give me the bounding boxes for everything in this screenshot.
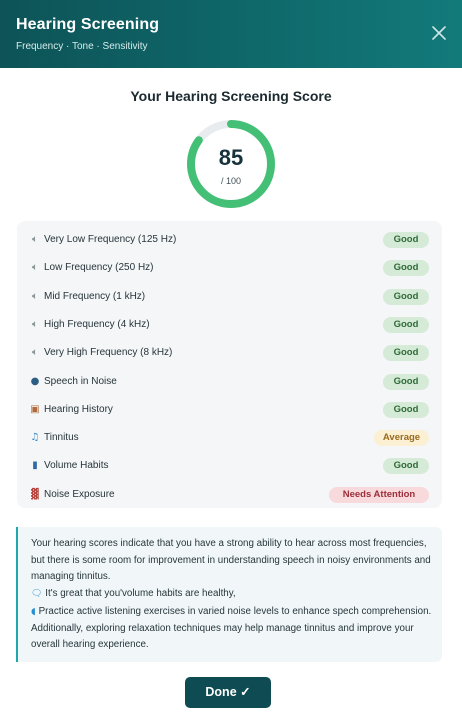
factory-icon: ▓ [31, 488, 39, 500]
result-row: 🔈︎ High Frequency (4 kHz) Good [17, 312, 442, 340]
done-button[interactable]: Done ✓ [185, 677, 271, 708]
status-badge: Good [383, 401, 429, 418]
score-value: 85 [218, 145, 244, 170]
status-badge: Good [383, 288, 429, 305]
result-label: Noise Exposure [44, 488, 115, 500]
status-badge: Good [383, 232, 429, 248]
close-icon[interactable] [432, 26, 446, 40]
speaking-head-icon: ● [30, 375, 40, 387]
status-badge: Good [383, 345, 429, 362]
result-label: Low Frequency (250 Hz) [44, 262, 154, 274]
status-badge: Needs Attention [329, 486, 429, 503]
tablet-icon: ▮ [32, 460, 38, 472]
result-label: Volume Habits [44, 460, 109, 472]
modal-header: Hearing Screening Frequency · Tone · Sen… [0, 0, 462, 68]
status-badge: Good [383, 260, 429, 277]
speaker-icon: 🔈︎ [32, 318, 38, 330]
score-gauge: 85 / 100 [186, 119, 276, 209]
speaker-icon: 🔈︎ [32, 262, 38, 274]
result-label: High Frequency (4 kHz) [44, 318, 150, 330]
result-label: Very High Frequency (8 kHz) [44, 347, 173, 359]
speaker-icon: 🔈︎ [32, 290, 38, 302]
summary-tip-2: ◖ Practice active listening exercises in… [31, 604, 436, 654]
tip-1-text: It's great that you'volume habits are he… [45, 588, 236, 599]
status-badge: Good [383, 373, 429, 390]
result-label: Speech in Noise [44, 375, 117, 387]
modal-subtitle: Frequency · Tone · Sensitivity [16, 41, 148, 52]
clipboard-icon: ▣ [30, 403, 40, 415]
speaker-icon: 🔈︎ [32, 347, 38, 359]
result-row: ▣ Hearing History Good [17, 397, 442, 425]
result-row: ♫ Tinnitus Average [17, 425, 442, 453]
tip-2-text: Practice active listening exercises in v… [31, 606, 432, 650]
speaker-icon: 🔈︎ [32, 234, 38, 245]
result-label: Hearing History [44, 403, 113, 415]
result-row: ● Speech in Noise Good [17, 369, 442, 397]
result-row: ▮ Volume Habits Good [17, 453, 442, 481]
speech-bubble-icon: 🗨︎ [31, 589, 46, 599]
music-note-icon: ♫ [30, 432, 40, 444]
score-max: / 100 [220, 176, 242, 186]
score-title: Your Hearing Screening Score [130, 88, 332, 104]
summary-tip-1: 🗨︎ It's great that you'volume habits are… [31, 586, 436, 603]
result-row: 🔈︎ Low Frequency (250 Hz) Good [17, 255, 442, 283]
status-badge: Good [383, 458, 429, 475]
summary-intro: Your hearing scores indicate that you ha… [31, 538, 431, 582]
status-badge: Average [374, 430, 429, 447]
result-row: ▓ Noise Exposure Needs Attention [17, 482, 442, 510]
modal-title: Hearing Screening [16, 16, 160, 33]
result-label: Mid Frequency (1 kHz) [44, 290, 146, 302]
result-row: 🔈︎ Very High Frequency (8 kHz) Good [17, 340, 442, 368]
result-label: Tinnitus [44, 432, 79, 444]
result-row: 🔈︎ Very Low Frequency (125 Hz) Good [17, 227, 442, 255]
result-label: Very Low Frequency (125 Hz) [44, 234, 177, 245]
summary-box: Your hearing scores indicate that you ha… [16, 527, 442, 662]
ear-icon: ◖ [31, 607, 39, 617]
result-row: 🔈︎ Mid Frequency (1 kHz) Good [17, 284, 442, 312]
status-badge: Good [383, 316, 429, 333]
results-list: 🔈︎ Very Low Frequency (125 Hz) Good 🔈︎ Low F… [17, 221, 442, 508]
